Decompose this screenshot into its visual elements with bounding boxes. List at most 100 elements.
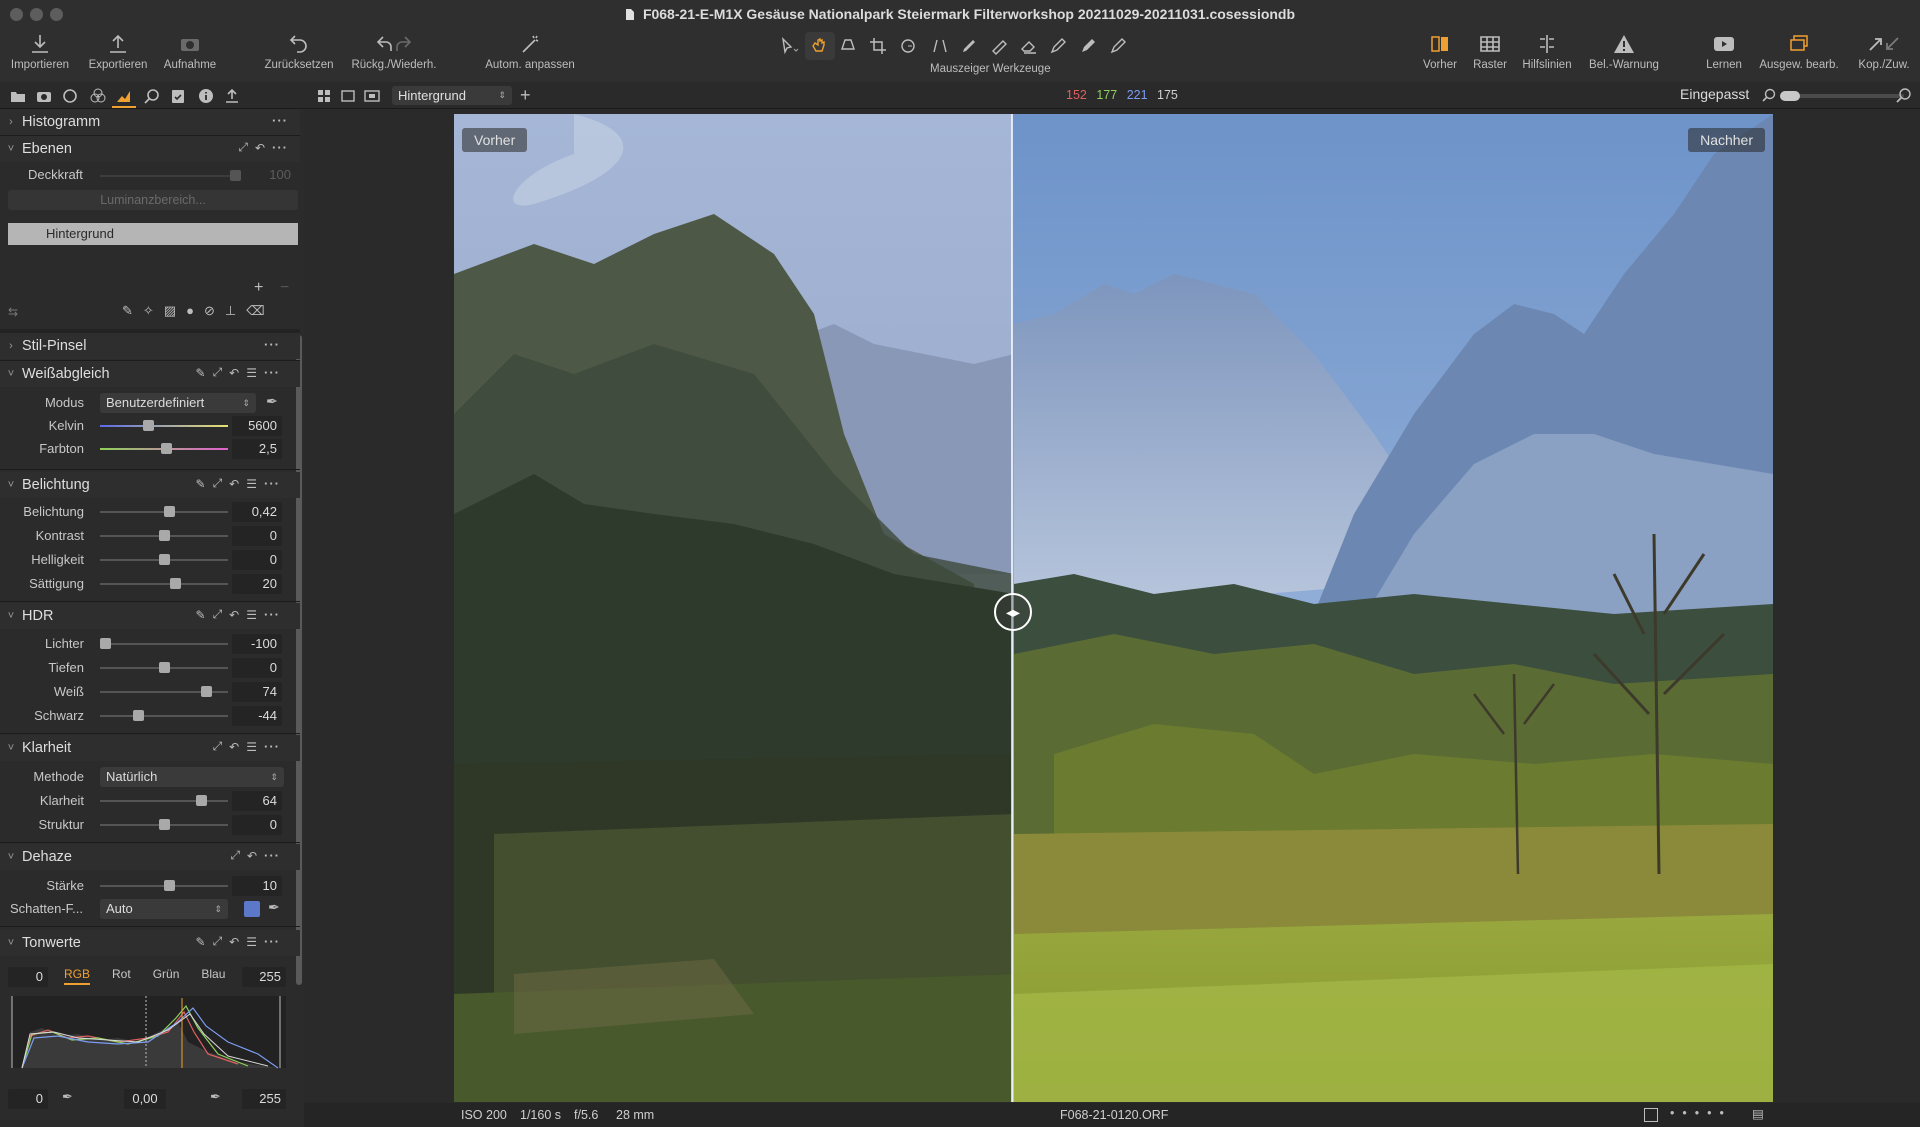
gradient-icon[interactable]: ▨ [164, 303, 176, 319]
more-icon[interactable]: ··· [264, 739, 280, 754]
radial-icon[interactable]: ● [186, 303, 194, 319]
panel-header-hdr[interactable]: ˅ HDR ✎ ⤢ ↶ ☰ ··· [0, 603, 300, 629]
more-icon[interactable]: ··· [272, 113, 288, 128]
panel-scrollbar[interactable] [296, 335, 302, 985]
levels-tab-green[interactable]: Grün [153, 967, 180, 985]
zoom-in-icon[interactable] [1896, 87, 1912, 103]
panel-header-white-balance[interactable]: ˅ Weißabgleich ✎ ⤢ ↶ ☰ ··· [0, 361, 300, 387]
brush-tool[interactable] [955, 32, 985, 60]
levels-output-mid[interactable]: 0,00 [124, 1089, 166, 1109]
capture-button[interactable]: Aufnahme [158, 28, 222, 82]
expand-icon[interactable]: ⤢ [213, 476, 223, 491]
zoom-window-button[interactable] [50, 8, 63, 21]
layer-select[interactable]: Hintergrund ⇕ [392, 86, 512, 105]
tab-color[interactable] [88, 86, 108, 106]
structure-slider-knob[interactable] [158, 819, 170, 830]
minimize-window-button[interactable] [30, 8, 43, 21]
reset-panel-icon[interactable]: ↶ [229, 608, 239, 622]
select-tool[interactable] [775, 32, 805, 60]
learn-button[interactable]: Lernen [1700, 28, 1748, 82]
zoom-slider[interactable] [1780, 91, 1904, 101]
opacity-slider-knob[interactable] [230, 170, 241, 181]
panel-header-histogram[interactable]: › Histogramm ··· [0, 109, 300, 135]
dehaze-strength-value[interactable]: 10 [232, 876, 282, 896]
checkbox-icon[interactable] [1644, 1108, 1658, 1122]
presets-icon[interactable]: ☰ [246, 477, 257, 491]
levels-histogram[interactable] [8, 992, 290, 1072]
panel-header-levels[interactable]: ˅ Tonwerte ✎ ⤢ ↶ ☰ ··· [0, 930, 300, 956]
eyedropper-icon[interactable]: ✒ [268, 899, 280, 916]
levels-input-low[interactable]: 0 [8, 967, 48, 987]
tab-exposure[interactable] [114, 86, 134, 106]
pen-icon[interactable]: ✎ [196, 608, 206, 622]
panel-header-clarity[interactable]: ˅ Klarheit ⤢ ↶ ☰ ··· [0, 735, 300, 761]
add-layer-icon[interactable]: + [520, 85, 531, 106]
expand-icon[interactable]: ⤢ [230, 848, 240, 863]
shadow-color-select[interactable]: Auto ⇕ [100, 899, 228, 919]
panel-header-layers[interactable]: ˅ Ebenen ⤢ ↶ ··· [0, 136, 300, 162]
clarity-slider-knob[interactable] [195, 795, 207, 806]
view-filmstrip-button[interactable] [362, 86, 382, 106]
more-icon[interactable]: ··· [264, 365, 280, 380]
photo-canvas[interactable]: Vorher Nachher ◂▸ [454, 114, 1773, 1102]
opacity-slider[interactable] [100, 175, 240, 177]
heal-icon[interactable]: ⊘ [204, 303, 215, 319]
pen-icon[interactable]: ✎ [196, 935, 206, 949]
guides-toggle[interactable]: Hilfslinien [1520, 28, 1574, 82]
pen-icon[interactable]: ✎ [196, 366, 206, 380]
exposure-warning-toggle[interactable]: Bel.-Warnung [1586, 28, 1662, 82]
image-viewer[interactable]: Vorher Nachher ◂▸ [304, 109, 1920, 1127]
reset-button[interactable]: Zurücksetzen [262, 28, 336, 82]
white-value[interactable]: 74 [232, 682, 282, 702]
eraser-icon[interactable]: ⌫ [246, 303, 264, 319]
tab-library[interactable] [8, 86, 28, 106]
clarity-method-select[interactable]: Natürlich ⇕ [100, 767, 284, 787]
highlights-slider[interactable] [100, 643, 228, 645]
saturation-slider-knob[interactable] [170, 578, 182, 589]
view-single-button[interactable] [338, 86, 358, 106]
view-multi-button[interactable] [314, 86, 334, 106]
split-handle[interactable]: ◂▸ [994, 593, 1032, 631]
black-value[interactable]: -44 [232, 706, 282, 726]
auto-adjust-button[interactable]: Autom. anpassen [482, 28, 578, 82]
panel-header-dehaze[interactable]: ˅ Dehaze ⤢ ↶ ··· [0, 844, 300, 870]
shadows-value[interactable]: 0 [232, 658, 282, 678]
brightness-value[interactable]: 0 [232, 550, 282, 570]
levels-tab-blue[interactable]: Blau [201, 967, 225, 985]
contrast-value[interactable]: 0 [232, 526, 282, 546]
black-slider[interactable] [100, 715, 228, 717]
presets-icon[interactable]: ☰ [246, 935, 257, 949]
dehaze-strength-slider-knob[interactable] [163, 880, 175, 891]
picker-tool[interactable] [1045, 32, 1075, 60]
reset-panel-icon[interactable]: ↶ [229, 366, 239, 380]
exposure-value[interactable]: 0,42 [232, 502, 282, 522]
eyedropper-icon[interactable]: ✒ [266, 393, 278, 410]
clarity-slider[interactable] [100, 800, 228, 802]
gradient-tool[interactable] [985, 32, 1015, 60]
clone-tool[interactable] [1075, 32, 1105, 60]
opacity-value[interactable]: 100 [246, 165, 296, 185]
panel-header-exposure[interactable]: ˅ Belichtung ✎ ⤢ ↶ ☰ ··· [0, 472, 300, 498]
shadow-color-swatch[interactable] [244, 901, 260, 917]
kelvin-slider[interactable] [100, 425, 228, 427]
swap-icon[interactable]: ⇆ [8, 305, 18, 319]
kelvin-slider-knob[interactable] [143, 420, 155, 431]
more-icon[interactable]: ··· [264, 476, 280, 491]
annotate-tool[interactable] [1105, 32, 1135, 60]
more-icon[interactable]: ··· [264, 337, 280, 352]
expand-icon[interactable]: ⤢ [213, 739, 223, 754]
add-layer-button[interactable]: + [254, 279, 263, 297]
saturation-slider[interactable] [100, 583, 228, 585]
copy-apply-button[interactable]: Kop./Zuw. [1852, 28, 1916, 82]
tint-value[interactable]: 2,5 [232, 439, 282, 459]
expand-icon[interactable]: ⤢ [213, 934, 223, 949]
levels-output-low[interactable]: 0 [8, 1089, 48, 1109]
more-icon[interactable]: ··· [264, 934, 280, 949]
presets-icon[interactable]: ☰ [246, 608, 257, 622]
tab-adjustments[interactable] [168, 86, 188, 106]
zoom-slider-knob[interactable] [1780, 91, 1800, 101]
expand-icon[interactable]: ⤢ [238, 140, 248, 155]
tab-output[interactable] [222, 86, 242, 106]
exposure-slider-knob[interactable] [163, 506, 175, 517]
tab-metadata[interactable] [196, 86, 216, 106]
